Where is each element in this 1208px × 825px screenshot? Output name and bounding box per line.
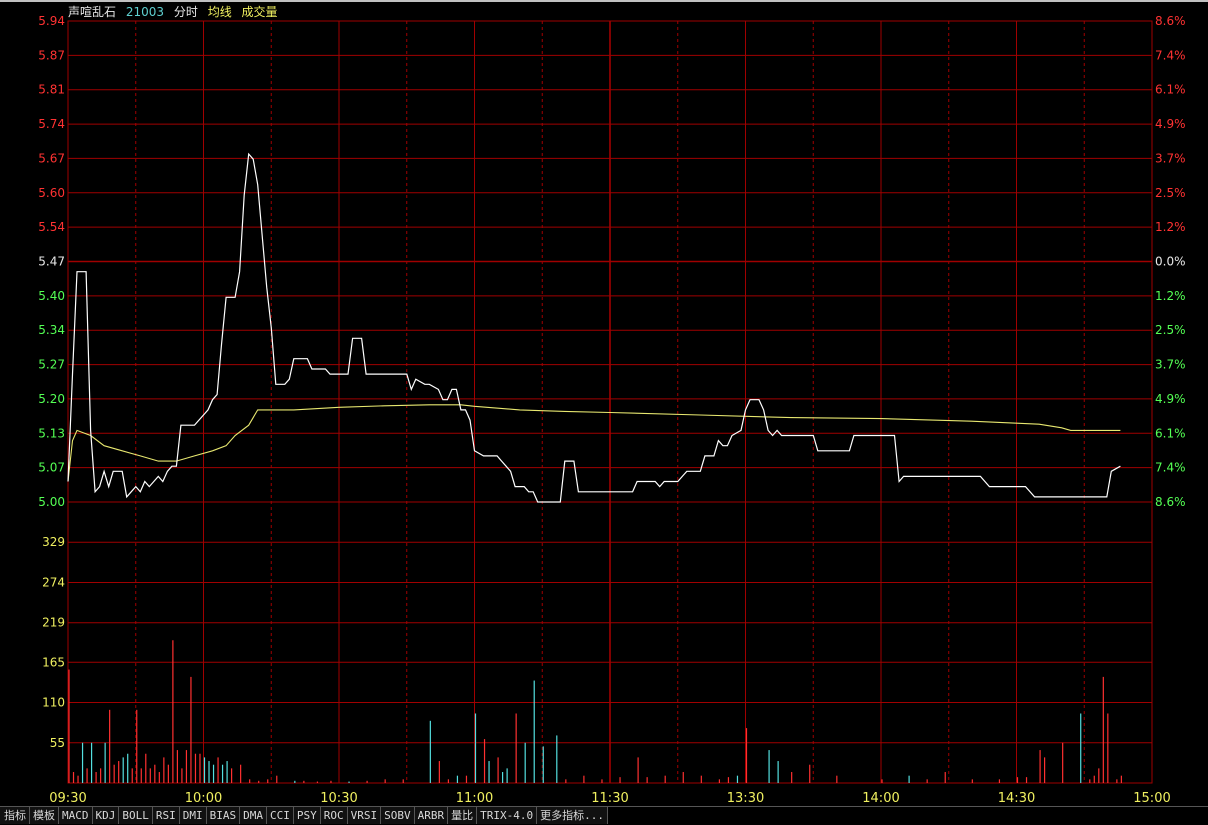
timeshare-label: 分时 <box>173 5 198 19</box>
price-tick-label: 5.67 <box>38 151 65 165</box>
indicator-tab-2[interactable]: MACD <box>59 807 93 824</box>
price-tick-label: 5.00 <box>38 495 65 509</box>
price-tick-label: 5.34 <box>38 323 65 337</box>
pct-tick-label: 7.4% <box>1155 48 1186 62</box>
indicator-tab-11[interactable]: ROC <box>320 807 348 824</box>
price-tick-label: 5.40 <box>38 289 65 303</box>
volume-tick-label: 55 <box>50 736 65 750</box>
volume-tick-label: 329 <box>42 535 65 549</box>
pct-tick-label: 4.9% <box>1155 392 1186 406</box>
indicator-tab-bar: 指标 模板 MACD KDJ BOLL RSI DMI BIAS DMA CCI PSY ROC VRS… <box>0 806 1208 825</box>
price-tick-label: 5.60 <box>38 186 65 200</box>
indicator-tab-12[interactable]: VRSI <box>347 807 382 824</box>
indicator-tab-14[interactable]: ARBR <box>414 807 449 824</box>
price-tick-label: 5.07 <box>38 461 65 475</box>
time-tick-label: 15:00 <box>1133 791 1170 806</box>
indicator-tab-5[interactable]: RSI <box>152 807 180 824</box>
intraday-chart[interactable]: 5.94 8.6% 5.87 7.4% 5.81 6.1% 5.74 4.9% 5.67 3.7%… <box>0 0 1208 806</box>
time-tick-label: 11:00 <box>456 791 493 806</box>
pct-tick-label: 3.7% <box>1155 151 1186 165</box>
price-tick-label: 5.74 <box>38 117 65 131</box>
price-tick-label: 5.20 <box>38 392 65 406</box>
time-tick-label: 13:30 <box>727 791 764 806</box>
pct-tick-label: 6.1% <box>1155 83 1186 97</box>
indicator-tab-6[interactable]: DMI <box>179 807 207 824</box>
volume-tick-label: 110 <box>42 696 65 710</box>
indicator-tab-13[interactable]: SOBV <box>381 807 415 824</box>
pct-tick-label: 1.2% <box>1155 289 1186 303</box>
indicator-tab-10[interactable]: PSY <box>293 807 321 824</box>
pct-tick-label: 6.1% <box>1155 426 1186 440</box>
pct-tick-label: 1.2% <box>1155 220 1186 234</box>
indicator-tab-17[interactable]: 更多指标... <box>537 807 608 824</box>
avg-line-label: 均线 <box>207 5 232 19</box>
indicator-tab-1[interactable]: 模板 <box>30 807 59 824</box>
volume-label: 成交量 <box>241 5 278 19</box>
indicator-tab-16[interactable]: TRIX-4.0 <box>477 807 538 824</box>
time-tick-label: 11:30 <box>591 791 628 806</box>
pct-tick-label: 0.0% <box>1155 255 1186 269</box>
pct-tick-label: 2.5% <box>1155 323 1186 337</box>
price-tick-label: 5.54 <box>38 220 65 234</box>
indicator-tab-15[interactable]: 量比 <box>448 807 478 824</box>
time-tick-label: 14:30 <box>998 791 1035 806</box>
pct-tick-label: 8.6% <box>1155 495 1186 509</box>
time-tick-label: 10:00 <box>185 791 222 806</box>
price-tick-label: 5.81 <box>38 83 65 97</box>
volume-tick-label: 165 <box>42 655 65 669</box>
price-tick-label: 5.13 <box>38 426 65 440</box>
pct-tick-label: 8.6% <box>1155 14 1186 28</box>
volume-tick-label: 274 <box>42 575 65 589</box>
indicator-tab-3[interactable]: KDJ <box>92 807 120 824</box>
price-tick-label: 5.87 <box>38 48 65 62</box>
indicator-tab-0[interactable]: 指标 <box>0 807 30 824</box>
pct-tick-label: 4.9% <box>1155 117 1186 131</box>
price-tick-label: 5.94 <box>38 14 65 28</box>
indicator-tab-4[interactable]: BOLL <box>119 807 153 824</box>
average-price-line <box>67 404 1121 482</box>
stock-name: 声喧乱石 <box>68 5 117 19</box>
time-tick-label: 09:30 <box>49 791 86 806</box>
indicator-tab-9[interactable]: CCI <box>267 807 294 824</box>
pct-tick-label: 7.4% <box>1155 461 1186 475</box>
pct-tick-label: 2.5% <box>1155 186 1186 200</box>
chart-header: 声喧乱石 21003 分时 均线 成交量 <box>68 3 284 20</box>
pct-tick-label: 3.7% <box>1155 358 1186 372</box>
time-tick-label: 10:30 <box>320 791 357 806</box>
volume-tick-label: 219 <box>42 616 65 630</box>
indicator-tab-7[interactable]: BIAS <box>206 807 241 824</box>
price-tick-label: 5.27 <box>38 358 65 372</box>
stock-code: 21003 <box>125 5 165 19</box>
time-tick-label: 14:00 <box>862 791 899 806</box>
price-line <box>67 152 1121 503</box>
indicator-tab-8[interactable]: DMA <box>240 807 267 824</box>
price-tick-label: 5.47 <box>38 255 65 269</box>
